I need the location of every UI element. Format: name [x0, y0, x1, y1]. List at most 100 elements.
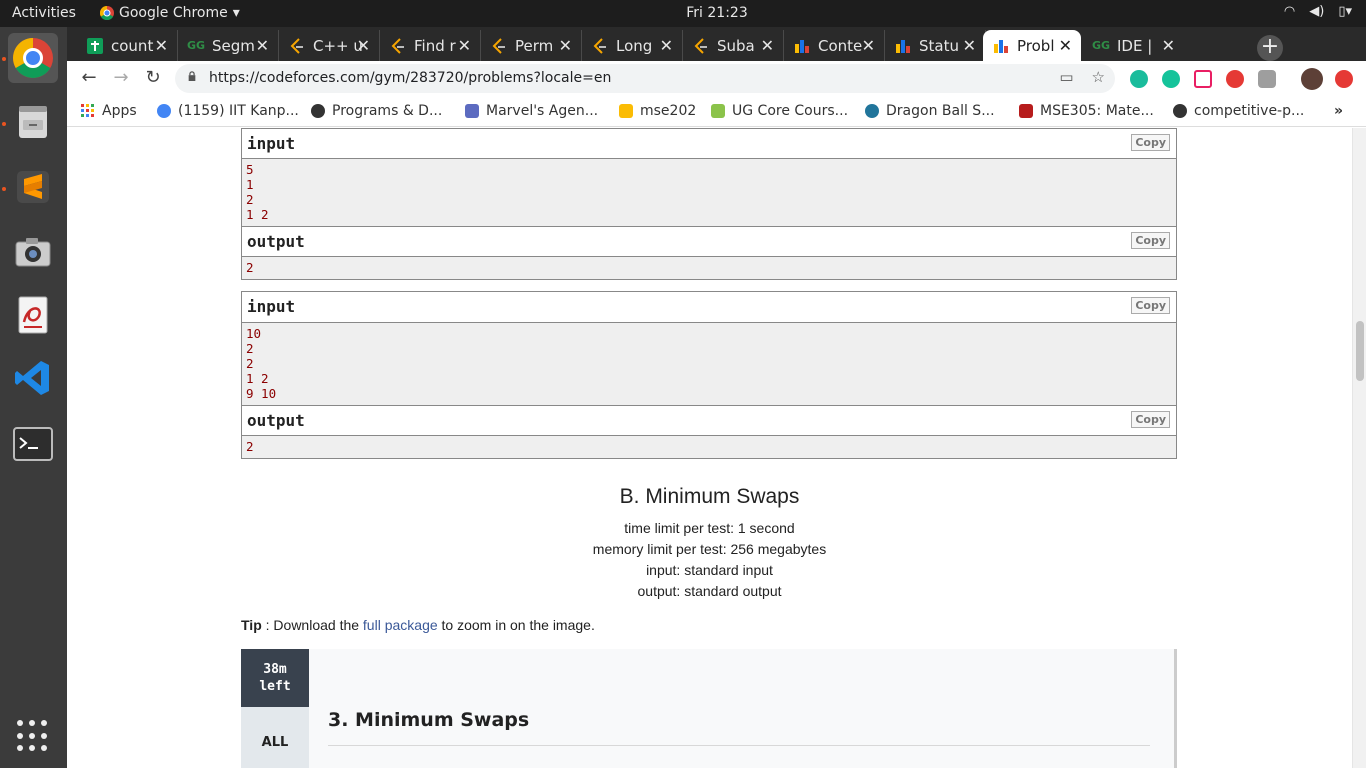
tab-long[interactable]: Long ✕: [582, 30, 683, 61]
close-icon[interactable]: ✕: [559, 36, 572, 55]
close-icon[interactable]: ✕: [155, 36, 168, 55]
new-tab-button[interactable]: +: [1257, 35, 1283, 61]
close-icon[interactable]: ✕: [862, 36, 875, 55]
forward-button[interactable]: →: [109, 67, 133, 88]
leetcode-icon: [289, 37, 305, 54]
bookmark-star-icon[interactable]: ☆: [1092, 68, 1105, 86]
page-scrollbar[interactable]: [1352, 128, 1366, 768]
close-icon[interactable]: ✕: [357, 36, 370, 55]
address-bar[interactable]: https://codeforces.com/gym/283720/proble…: [175, 64, 1115, 93]
copy-output-button[interactable]: Copy: [1131, 232, 1170, 249]
tab-favicon-icon: [87, 37, 103, 54]
close-icon[interactable]: ✕: [660, 36, 673, 55]
leetcode-glyph-icon: [593, 37, 606, 54]
sample-output-text[interactable]: 2: [242, 257, 1176, 279]
tab-segment[interactable]: GG Segm ✕: [178, 30, 279, 61]
dock-vscode[interactable]: [8, 353, 58, 403]
tab-ide[interactable]: GG IDE | ✕: [1083, 30, 1184, 61]
terminal-icon: [13, 427, 53, 461]
update-arrow-icon[interactable]: [1335, 70, 1353, 88]
bookmark-label: Marvel's Agen...: [486, 103, 599, 119]
timer-minutes: 38m: [263, 662, 287, 677]
sample-line: 1 2: [246, 371, 269, 386]
sublime-text-icon: [17, 171, 49, 203]
bookmark-apps[interactable]: Apps: [81, 103, 137, 119]
tab-strip: count ✕ GG Segm ✕ C++ u ✕ Find r ✕ Perm …: [67, 27, 1366, 61]
copy-input-button[interactable]: Copy: [1131, 134, 1170, 151]
sample-line: 2: [246, 192, 254, 207]
plus-square-icon: [87, 37, 103, 54]
dock-terminal[interactable]: [8, 419, 58, 469]
tab-contest[interactable]: Conte ✕: [784, 30, 885, 61]
close-icon[interactable]: ✕: [1059, 36, 1072, 55]
bookmark-dragon-ball[interactable]: Dragon Ball S...: [865, 103, 995, 119]
close-icon[interactable]: ✕: [458, 36, 471, 55]
sample-output-text[interactable]: 2: [242, 436, 1176, 458]
system-tray[interactable]: ◠ ◀) ▯▾: [1284, 4, 1352, 19]
bookmark-label: MSE305: Mate...: [1040, 103, 1154, 119]
extension-pocket-icon[interactable]: [1194, 70, 1212, 88]
back-button[interactable]: ←: [77, 67, 101, 88]
tab-title: Segm: [212, 36, 255, 55]
avatar[interactable]: [1301, 68, 1323, 90]
clock[interactable]: Fri 21:23: [0, 5, 1366, 21]
close-icon[interactable]: ✕: [761, 36, 774, 55]
tab-perm[interactable]: Perm ✕: [481, 30, 582, 61]
bookmark-mse305[interactable]: MSE305: Mate...: [1019, 103, 1154, 119]
extension-hand-icon[interactable]: [1226, 70, 1244, 88]
dock-camera[interactable]: [8, 227, 58, 277]
tab-cpp[interactable]: C++ u ✕: [279, 30, 380, 61]
all-label: ALL: [241, 707, 309, 768]
geeksforgeeks-icon: GG: [186, 39, 206, 52]
dock-document-viewer[interactable]: [8, 290, 58, 340]
tab-title: Long: [616, 36, 653, 55]
apps-grid-icon: [81, 104, 94, 117]
dock-files[interactable]: [8, 97, 58, 147]
bookmark-programs[interactable]: Programs & D...: [311, 103, 442, 119]
bookmark-iit-kanpur[interactable]: (1159) IIT Kanp...: [157, 103, 299, 119]
copy-output-button[interactable]: Copy: [1131, 411, 1170, 428]
wifi-icon: ◠: [1283, 4, 1296, 19]
dock-sublime[interactable]: [8, 162, 58, 212]
sample-input-text[interactable]: 10 2 2 1 2 9 10: [242, 323, 1176, 405]
tab-find[interactable]: Find r ✕: [380, 30, 481, 61]
url-text: https://codeforces.com/gym/283720/proble…: [209, 70, 612, 86]
tab-suba[interactable]: Suba ✕: [683, 30, 784, 61]
wordpress-icon: [865, 104, 879, 118]
close-icon[interactable]: ✕: [1162, 36, 1175, 55]
sample-line: 1: [246, 177, 254, 192]
google-drive-icon: [619, 104, 633, 118]
bookmark-ug-core[interactable]: UG Core Cours...: [711, 103, 848, 119]
grammarly-icon[interactable]: [1162, 70, 1180, 88]
plus-icon: +: [1260, 34, 1280, 59]
running-indicator: [2, 187, 6, 191]
close-icon[interactable]: ✕: [963, 36, 976, 55]
shield-icon[interactable]: [1258, 70, 1276, 88]
extension-m-icon[interactable]: [1130, 70, 1148, 88]
tab-title: Conte: [818, 36, 863, 55]
bookmark-mse202[interactable]: mse202: [619, 103, 696, 119]
bookmark-competitive[interactable]: competitive-p...: [1173, 103, 1304, 119]
more-bookmarks-chevron-icon[interactable]: »: [1334, 103, 1343, 119]
dock-chrome[interactable]: [8, 33, 58, 83]
copy-input-button[interactable]: Copy: [1131, 297, 1170, 314]
full-package-link[interactable]: full package: [363, 617, 438, 633]
chrome-icon: [13, 38, 53, 78]
bookmark-label: Programs & D...: [332, 103, 443, 119]
cast-icon[interactable]: ▭: [1059, 68, 1073, 86]
tab-problems[interactable]: Probl ✕: [983, 30, 1081, 61]
image-problem-title: 3. Minimum Swaps: [328, 709, 530, 731]
sample-input-text[interactable]: 5 1 2 1 2: [242, 159, 1176, 226]
battery-icon: ▯▾: [1338, 4, 1352, 19]
sample-output-header: output Copy: [242, 226, 1176, 257]
show-applications-icon[interactable]: [17, 720, 49, 752]
scrollbar-thumb[interactable]: [1356, 321, 1364, 381]
tab-title: Find r: [414, 36, 456, 55]
reload-button[interactable]: ↻: [141, 67, 165, 88]
tab-count[interactable]: count ✕: [77, 30, 178, 61]
tab-status[interactable]: Statu ✕: [885, 30, 986, 61]
os-top-bar: Activities Google Chrome ▾ Fri 21:23 ◠ ◀…: [0, 0, 1366, 27]
bookmark-marvel[interactable]: Marvel's Agen...: [465, 103, 598, 119]
output-spec: output: standard output: [637, 583, 782, 599]
close-icon[interactable]: ✕: [256, 36, 269, 55]
